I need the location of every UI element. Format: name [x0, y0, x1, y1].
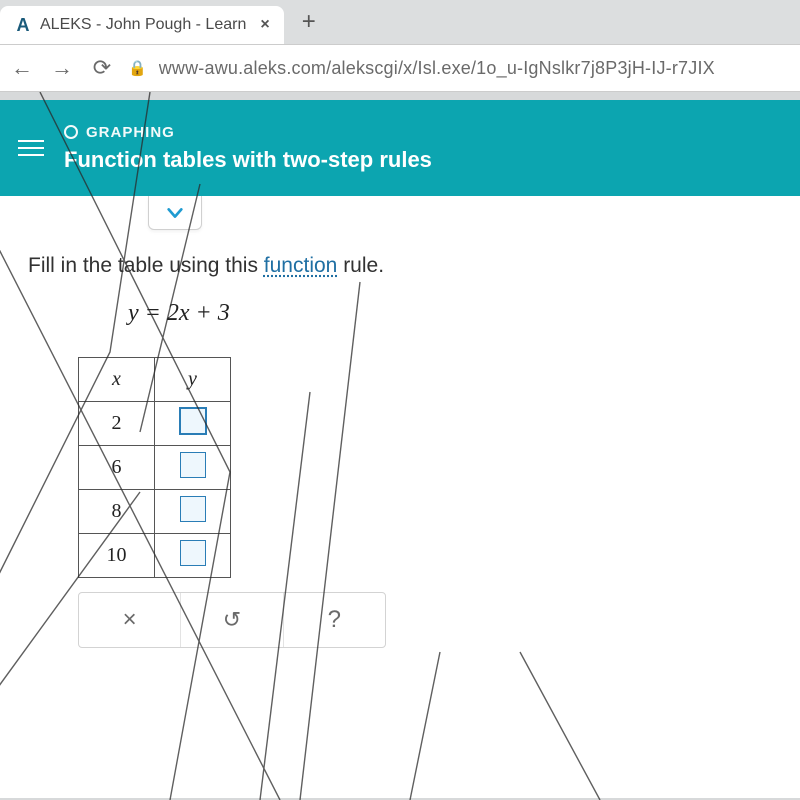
- y-input[interactable]: [180, 540, 206, 566]
- equation: y = 2x + 3: [128, 300, 772, 327]
- reload-icon[interactable]: ⟳: [88, 55, 116, 81]
- category-label: GRAPHING: [86, 124, 175, 141]
- table-row: 2: [79, 402, 231, 446]
- back-icon[interactable]: ←: [8, 55, 36, 81]
- function-table: x y 2 6 8 10: [78, 357, 231, 578]
- cell-y: [155, 446, 231, 490]
- instruction-text: Fill in the table using this function ru…: [28, 254, 772, 278]
- content-panel: Fill in the table using this function ru…: [0, 196, 800, 798]
- cell-y: [155, 534, 231, 578]
- instruction-prefix: Fill in the table using this: [28, 254, 264, 277]
- clear-button[interactable]: ×: [79, 593, 181, 647]
- cell-x: 10: [79, 534, 155, 578]
- instruction-suffix: rule.: [337, 254, 384, 277]
- header-x: x: [79, 358, 155, 402]
- header-y: y: [155, 358, 231, 402]
- x-icon: ×: [123, 606, 137, 634]
- lock-icon: 🔒: [128, 59, 147, 77]
- tab-title: ALEKS - John Pough - Learn: [40, 16, 246, 34]
- question-dropdown[interactable]: [148, 196, 202, 230]
- answer-toolbar: × ↺ ?: [78, 592, 386, 648]
- page-viewport: GRAPHING Function tables with two-step r…: [0, 92, 800, 800]
- browser-tab[interactable]: A ALEKS - John Pough - Learn ×: [0, 6, 284, 44]
- cell-x: 6: [79, 446, 155, 490]
- y-input[interactable]: [180, 496, 206, 522]
- question-icon: ?: [328, 606, 341, 634]
- url-text[interactable]: www-awu.aleks.com/alekscgi/x/Isl.exe/1o_…: [159, 58, 792, 79]
- cell-y: [155, 490, 231, 534]
- chevron-down-icon: [166, 207, 184, 219]
- table-row: 10: [79, 534, 231, 578]
- undo-icon: ↺: [223, 607, 241, 633]
- y-input[interactable]: [180, 408, 206, 434]
- cell-x: 8: [79, 490, 155, 534]
- address-bar: ← → ⟳ 🔒 www-awu.aleks.com/alekscgi/x/Isl…: [0, 44, 800, 92]
- function-link[interactable]: function: [264, 254, 338, 277]
- menu-icon[interactable]: [18, 140, 44, 156]
- topic-banner: GRAPHING Function tables with two-step r…: [0, 100, 800, 196]
- banner-title: Function tables with two-step rules: [64, 147, 432, 173]
- y-input[interactable]: [180, 452, 206, 478]
- banner-text: GRAPHING Function tables with two-step r…: [64, 124, 432, 173]
- cell-x: 2: [79, 402, 155, 446]
- cell-y: [155, 402, 231, 446]
- close-icon[interactable]: ×: [260, 16, 269, 34]
- table-row: 8: [79, 490, 231, 534]
- forward-icon[interactable]: →: [48, 55, 76, 81]
- table-row: 6: [79, 446, 231, 490]
- banner-category: GRAPHING: [64, 124, 432, 141]
- browser-chrome: A ALEKS - John Pough - Learn × + ← → ⟳ 🔒…: [0, 0, 800, 92]
- aleks-favicon: A: [14, 16, 32, 34]
- category-icon: [64, 125, 78, 139]
- table-header-row: x y: [79, 358, 231, 402]
- help-button[interactable]: ?: [284, 593, 385, 647]
- tab-bar: A ALEKS - John Pough - Learn × +: [0, 0, 800, 44]
- new-tab-button[interactable]: +: [292, 5, 326, 39]
- undo-button[interactable]: ↺: [181, 593, 283, 647]
